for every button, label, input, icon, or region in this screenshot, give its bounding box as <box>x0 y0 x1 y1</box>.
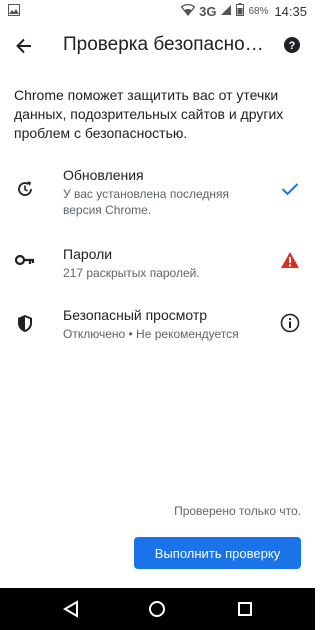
arrow-back-icon[interactable] <box>12 34 36 58</box>
system-nav-bar <box>0 588 315 630</box>
safe-browsing-item[interactable]: Безопасный просмотр Отключено • Не реком… <box>0 304 315 344</box>
passwords-title: Пароли <box>63 246 113 262</box>
recents-nav-icon[interactable] <box>235 599 255 619</box>
update-icon <box>14 178 36 200</box>
svg-text:?: ? <box>289 40 296 52</box>
run-check-button[interactable]: Выполнить проверку <box>134 537 301 569</box>
safe-browsing-title: Безопасный просмотр <box>63 307 208 323</box>
updates-title: Обновления <box>63 167 144 183</box>
app-bar: Проверка безопасности ? <box>0 22 315 70</box>
passwords-subtitle: 217 раскрытых паролей. <box>63 266 200 280</box>
status-bar: 3G 68% 14:35 <box>0 0 315 22</box>
passwords-item[interactable]: Пароли 217 раскрытых паролей. <box>0 243 315 283</box>
shield-icon <box>14 312 36 334</box>
battery-icon <box>236 3 245 19</box>
back-nav-icon[interactable] <box>61 599 81 619</box>
safe-browsing-subtitle: Отключено • Не рекомендуется <box>63 327 239 341</box>
wifi-icon <box>180 3 196 19</box>
intro-text: Chrome поможет защитить вас от утечки да… <box>14 87 284 141</box>
battery-percent: 68% <box>248 5 269 17</box>
network-type: 3G <box>199 3 217 19</box>
page-title: Проверка безопасности <box>63 34 273 55</box>
last-checked-text: Проверено только что. <box>174 504 301 518</box>
checkmark-icon <box>279 178 301 200</box>
help-icon[interactable]: ? <box>283 36 301 54</box>
info-icon[interactable] <box>279 312 301 334</box>
warning-icon <box>279 249 301 271</box>
signal-icon <box>220 4 232 19</box>
clock: 14:35 <box>274 3 307 19</box>
gallery-notification-icon <box>8 4 20 19</box>
key-icon <box>14 249 36 271</box>
home-nav-icon[interactable] <box>147 599 167 619</box>
updates-subtitle: У вас установлена последняя версия Chrom… <box>63 187 230 217</box>
updates-item[interactable]: Обновления У вас установлена последняя в… <box>0 164 315 217</box>
